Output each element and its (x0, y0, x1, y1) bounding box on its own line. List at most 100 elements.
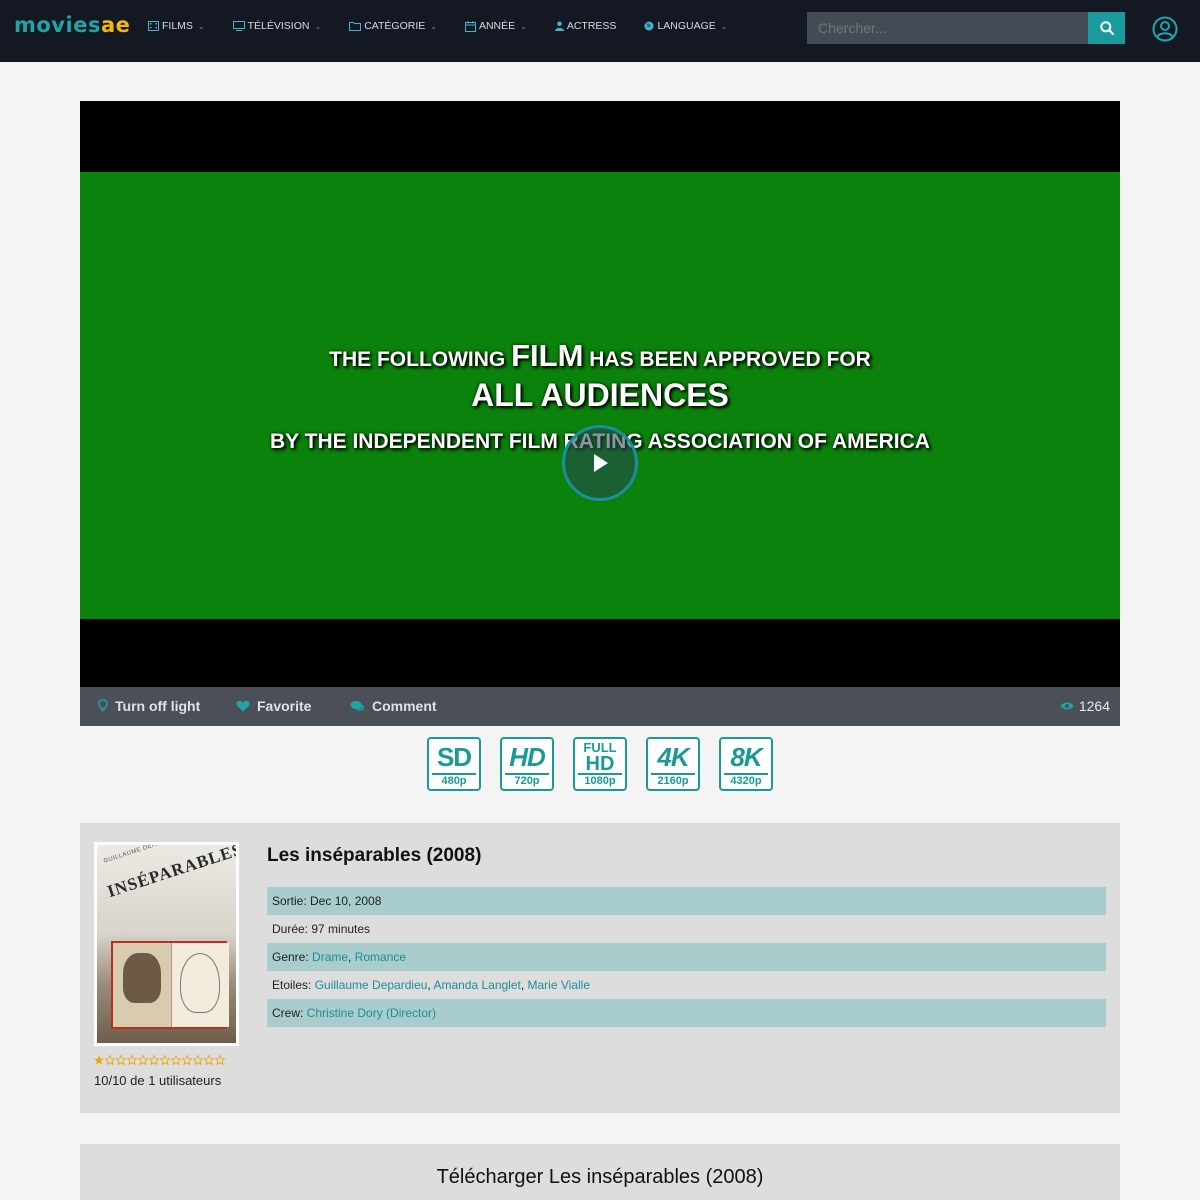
nav-films-label: FILMS (162, 20, 193, 32)
turn-off-light-button[interactable]: Turn off light (98, 698, 200, 714)
quality-hd-button[interactable]: HD 720p (500, 737, 554, 791)
search-input[interactable] (807, 12, 1088, 44)
logo-text-ae: ae (100, 13, 131, 37)
poster-page-left (113, 943, 171, 1027)
star-rating[interactable] (94, 1055, 225, 1065)
genre-label: Genre: (272, 950, 313, 964)
nav-categorie[interactable]: CATÉGORIE ⌄ (349, 20, 437, 32)
star-filled-icon[interactable] (94, 1055, 104, 1065)
crew-label: Crew: (272, 1006, 307, 1020)
main-nav: FILMS ⌄ TÉLÉVISION ⌄ CATÉGORIE ⌄ ANNÉE ⌄… (148, 20, 728, 32)
poster-sketchbook (111, 941, 229, 1029)
star-empty-icon[interactable] (138, 1055, 148, 1065)
play-button[interactable] (562, 425, 638, 501)
genre-link-drame[interactable]: Drame (312, 950, 348, 964)
chevron-down-icon: ⌄ (197, 21, 205, 31)
poster-sketch (180, 953, 220, 1013)
account-button[interactable] (1151, 15, 1179, 43)
quality-4k-button[interactable]: 4K 2160p (646, 737, 700, 791)
play-icon (594, 454, 608, 472)
quality-fullhd-label: HD (585, 753, 615, 775)
quality-4k-label: 4K (657, 742, 689, 772)
star-empty-icon[interactable] (160, 1055, 170, 1065)
poster-page-right (171, 943, 229, 1027)
nav-television-label: TÉLÉVISION (247, 20, 310, 32)
favorite-button[interactable]: Favorite (236, 698, 311, 714)
actor-link-guillaume-depardieu[interactable]: Guillaume Depardieu (315, 978, 428, 992)
video-player[interactable]: THE FOLLOWING FILM HAS BEEN APPROVED FOR… (80, 101, 1120, 687)
release-value: Dec 10, 2008 (310, 894, 382, 908)
quality-8k-button[interactable]: 8K 4320p (719, 737, 773, 791)
duration-row: Durée: 97 minutes (267, 915, 1106, 943)
quality-sd-button[interactable]: SD 480p (427, 737, 481, 791)
quality-sd-resolution: 480p (432, 773, 476, 787)
site-logo[interactable]: moviesae (14, 13, 130, 37)
star-empty-icon[interactable] (149, 1055, 159, 1065)
comment-label: Comment (372, 698, 437, 714)
quality-fullhd-resolution: 1080p (578, 773, 622, 787)
quality-4k-resolution: 2160p (651, 773, 695, 787)
nav-categorie-label: CATÉGORIE (364, 20, 426, 32)
film-icon (148, 21, 159, 31)
genre-row: Genre: Drame, Romance (267, 943, 1106, 971)
heart-icon (236, 700, 250, 712)
movie-poster[interactable]: GUILLAUME DEPARDIEU MARIE VIALLE INSÉPAR… (94, 842, 239, 1046)
logo-text-movies: movies (14, 13, 101, 37)
star-empty-icon[interactable] (204, 1055, 214, 1065)
nav-language[interactable]: LANGUAGE ⌄ (644, 20, 728, 32)
quality-sd-label: SD (436, 742, 472, 772)
view-count-value: 1264 (1078, 698, 1110, 714)
quality-hd-label: HD (509, 742, 546, 772)
duration-label: Durée: (272, 922, 312, 936)
movie-title: Les inséparables (2008) (267, 845, 482, 866)
star-empty-icon[interactable] (193, 1055, 203, 1065)
user-icon (554, 21, 564, 31)
stars-label: Etoiles: (272, 978, 315, 992)
favorite-label: Favorite (257, 698, 312, 714)
actor-link-amanda-langlet[interactable]: Amanda Langlet (433, 978, 520, 992)
release-row: Sortie: Dec 10, 2008 (267, 887, 1106, 915)
nav-television[interactable]: TÉLÉVISION ⌄ (232, 20, 322, 32)
chevron-down-icon: ⌄ (720, 21, 728, 31)
comments-icon (350, 701, 365, 711)
quality-8k-resolution: 4320p (724, 773, 768, 787)
rating-summary: 10/10 de 1 utilisateurs (94, 1073, 222, 1088)
quality-hd-resolution: 720p (505, 773, 549, 787)
chevron-down-icon: ⌄ (520, 21, 527, 31)
download-title: Télécharger Les inséparables (2008) (436, 1166, 764, 1188)
nav-annee[interactable]: ANNÉE ⌄ (464, 20, 527, 32)
release-label: Sortie: (272, 894, 311, 908)
nav-language-label: LANGUAGE (657, 20, 716, 32)
calendar-icon (464, 20, 476, 32)
nav-films[interactable]: FILMS ⌄ (148, 20, 205, 32)
star-empty-icon[interactable] (127, 1055, 137, 1065)
comment-button[interactable]: Comment (350, 698, 437, 714)
crew-link-director[interactable]: Christine Dory (Director) (307, 1006, 436, 1020)
star-empty-icon[interactable] (171, 1055, 181, 1065)
genre-link-romance[interactable]: Romance (355, 950, 406, 964)
top-navbar: moviesae FILMS ⌄ TÉLÉVISION ⌄ CATÉGORIE … (0, 0, 1200, 62)
lightbulb-icon (98, 699, 108, 712)
rating-card-line2: ALL AUDIENCES (471, 377, 729, 413)
eye-icon (1060, 702, 1074, 710)
quality-fullhd-button[interactable]: FULL HD 1080p (573, 737, 627, 791)
star-empty-icon[interactable] (116, 1055, 126, 1065)
quality-8k-label: 8K (730, 742, 762, 772)
chevron-down-icon: ⌄ (314, 21, 322, 31)
star-empty-icon[interactable] (105, 1055, 115, 1065)
search-button[interactable] (1088, 12, 1125, 44)
player-action-bar: Turn off light Favorite Comment 1264 (80, 687, 1120, 726)
star-empty-icon[interactable] (215, 1055, 225, 1065)
view-count: 1264 (1060, 698, 1110, 714)
actor-link-marie-vialle[interactable]: Marie Vialle (528, 978, 590, 992)
nav-actress[interactable]: ACTRESS (554, 20, 617, 32)
nav-actress-label: ACTRESS (566, 20, 617, 32)
star-empty-icon[interactable] (182, 1055, 192, 1065)
user-circle-icon (1152, 16, 1178, 42)
rating-card-line1: THE FOLLOWING FILM HAS BEEN APPROVED FOR (329, 338, 871, 373)
search-icon (1099, 21, 1114, 35)
video-frame: THE FOLLOWING FILM HAS BEEN APPROVED FOR… (80, 172, 1120, 619)
download-panel: Télécharger Les inséparables (2008) (80, 1144, 1120, 1200)
poster-artwork: GUILLAUME DEPARDIEU MARIE VIALLE INSÉPAR… (97, 845, 236, 1043)
globe-icon (644, 21, 654, 31)
